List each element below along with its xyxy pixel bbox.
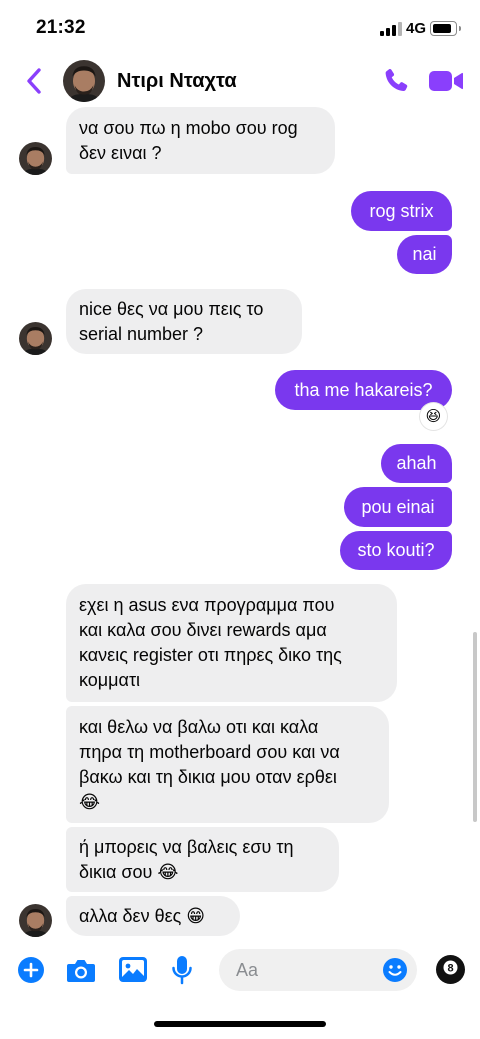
contact-name[interactable]: Ντιρι Νταχτα [117,70,237,93]
avatar-photo [63,60,105,102]
message-input-field[interactable] [219,949,417,991]
avatar-photo [19,142,52,175]
message-text-line: πηρα τη motherboard σου και να [79,741,340,762]
message-text-line: ahah [396,453,437,473]
message-text-line: κανεις register οτι πηρες δικο της [79,645,342,665]
back-icon[interactable] [22,66,46,96]
message-text-line: βακω και τη δικια μου οταν ερθει [79,766,337,787]
sender-avatar[interactable] [19,322,52,355]
incoming-message-bubble[interactable]: και θελω να βαλω οτι και καλα πηρα τη mot… [66,706,389,823]
contact-avatar[interactable] [63,60,105,102]
message-text-line: nai [412,244,437,264]
status-time: 21:32 [36,17,86,38]
sender-avatar[interactable] [19,142,52,175]
incoming-message-bubble[interactable]: να σου πω η mobo σου rog δεν ειναι ? [66,107,335,174]
chat-header: Ντιρι Νταχτα [0,58,480,106]
reaction-badge[interactable]: 😆 [420,403,447,430]
message-text-line: κομματι [79,670,141,690]
phone-call-icon[interactable] [381,66,411,96]
scrollbar[interactable] [473,632,477,822]
message-text-line: sto kouti? [357,540,435,560]
home-indicator[interactable] [154,1021,326,1027]
svg-text:8: 8 [447,963,453,975]
message-text-line: rog strix [369,200,434,221]
sender-avatar[interactable] [19,904,52,937]
message-text-line: serial number ? [79,323,204,344]
incoming-message-bubble[interactable]: ή μπορεις να βαλεις εσυ τη δικια σου 😂 [66,827,339,892]
message-text-line: ή μπορεις να βαλεις εσυ τη [79,836,294,857]
camera-icon[interactable] [65,956,97,984]
message-input[interactable] [236,949,376,991]
battery-icon [430,21,461,36]
message-text-line: δικια σου 😂 [79,861,179,882]
emoji-icon[interactable] [382,957,408,983]
message-text-line: tha me hakareis? [294,379,433,400]
message-text-line: και θελω να βαλω οτι και καλα [79,716,319,737]
eight-ball-icon[interactable]: 8 [435,954,466,985]
message-text-line: δεν ειναι ? [79,142,162,163]
message-text-line: να σου πω η mobo σου rog [79,117,298,138]
video-call-icon[interactable] [428,68,464,94]
incoming-message-bubble[interactable]: αλλα δεν θες 😁 [66,896,240,936]
avatar-photo [19,322,52,355]
signal-icon [380,22,402,36]
incoming-message-bubble[interactable]: nice θες να μου πεις το serial number ? [66,289,302,354]
outgoing-message-bubble[interactable]: ahah [381,444,452,483]
gallery-icon[interactable] [118,956,148,983]
incoming-message-bubble[interactable]: εχει η asus ενα προγραμμα που και καλα σο… [66,584,397,702]
avatar-photo [19,904,52,937]
message-text-line: και καλα σου δινει rewards αμα [79,620,327,640]
outgoing-message-bubble[interactable]: nai [397,235,452,274]
outgoing-message-bubble[interactable]: pou einai [344,487,452,527]
status-bar: 21:32 4G [0,0,480,58]
message-text-line: pou einai [361,496,435,517]
message-text-line: αλλα δεν θες 😁 [79,905,206,926]
outgoing-message-bubble[interactable]: rog strix [351,191,452,231]
message-text-line: nice θες να μου πεις το [79,298,264,319]
network-type: 4G [406,20,427,37]
microphone-icon[interactable] [171,954,193,986]
message-text-line: 😂 [79,791,101,812]
message-composer: 8 [0,940,480,1000]
message-text-line: εχει η asus ενα προγραμμα που [79,595,335,615]
plus-icon[interactable] [17,956,45,984]
outgoing-message-bubble[interactable]: sto kouti? [340,531,452,570]
